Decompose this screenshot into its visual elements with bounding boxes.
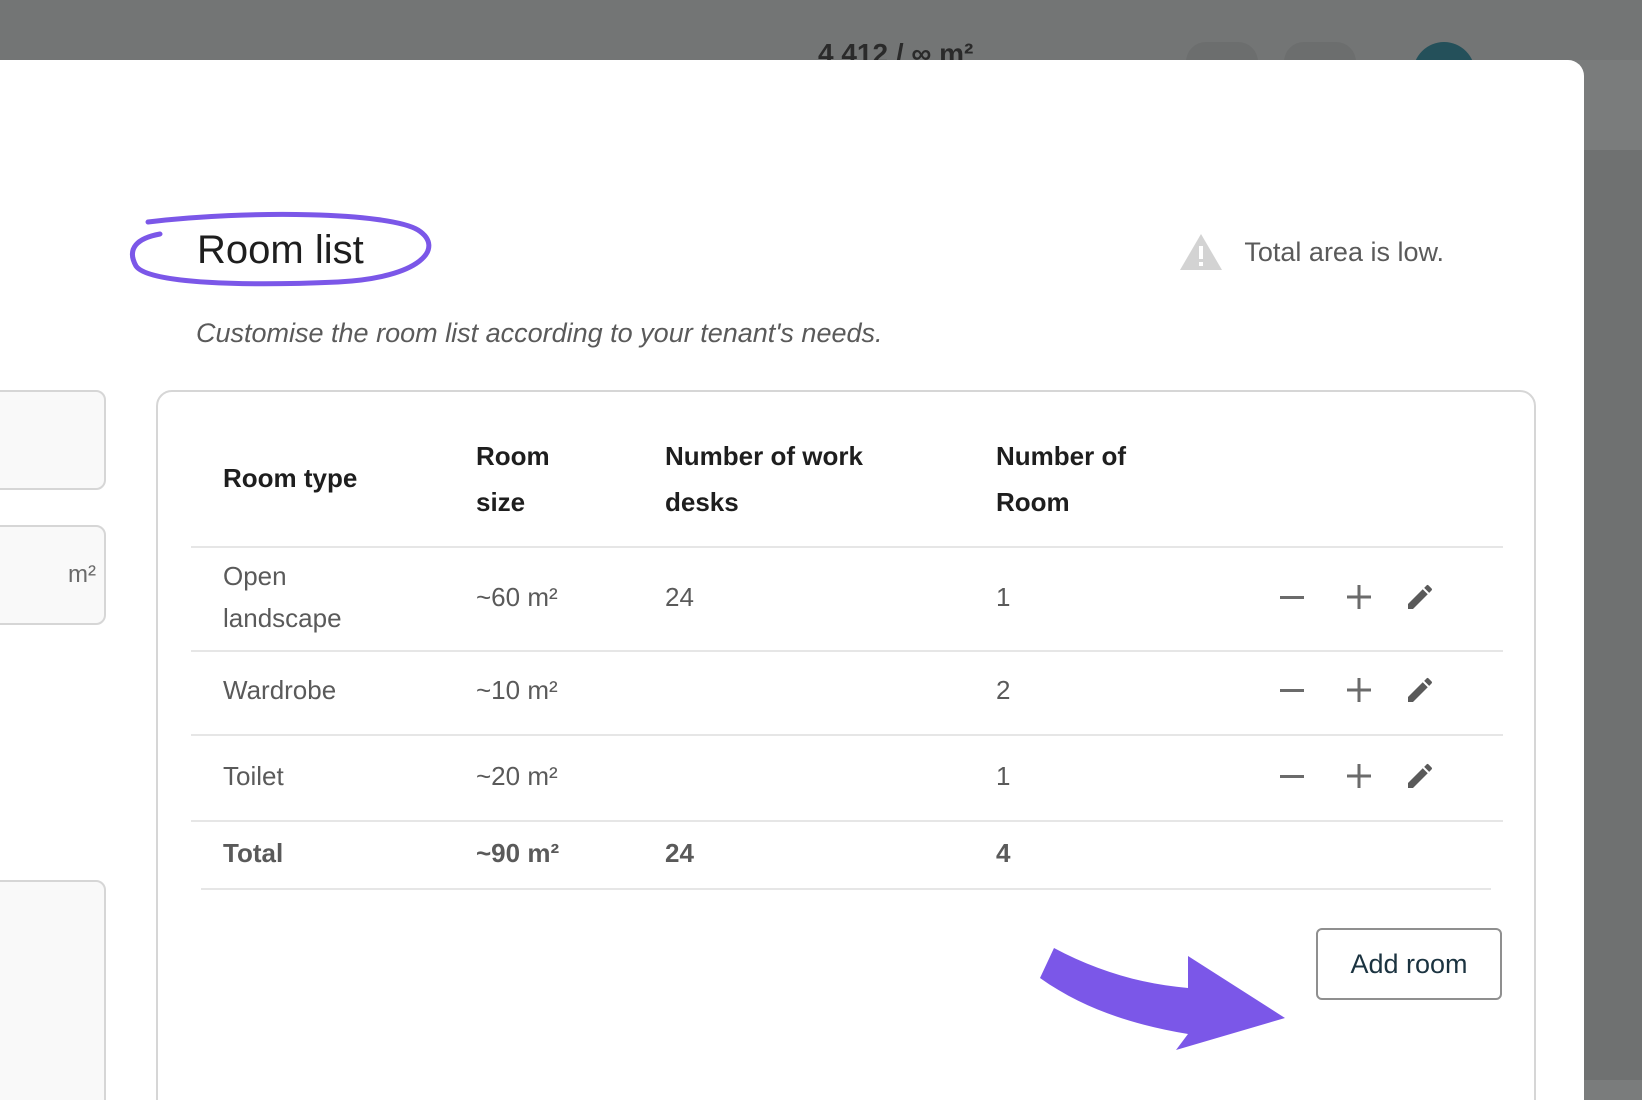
pointer-arrow-annotation [1040,948,1285,1050]
warning-text: Total area is low. [1244,236,1444,267]
room-count-cell: 2 [996,675,1011,705]
room-type-cell: Toilet [223,761,284,791]
header-desks-line1: Number of work [665,441,863,471]
total-size: ~90 m² [476,838,560,868]
total-label: Total [223,838,284,868]
page-title: Room list [197,228,364,272]
total-divider [201,888,1491,890]
header-room-count-line2: Room [996,487,1070,517]
area-input[interactable] [0,390,106,490]
notes-textarea[interactable] [0,880,106,1100]
room-type-cell: Open [223,561,287,591]
room-size-cell: ~60 m² [476,582,558,612]
plus-icon[interactable] [1339,756,1379,796]
section-subtitle: Customise the room list according to you… [196,318,883,348]
warning-triangle-icon [1180,234,1223,270]
room-list-modal: m² Room list Total area is low. Customis… [0,60,1584,1100]
header-room-type: Room type [223,463,358,493]
low-area-warning: Total area is low. [1178,232,1444,272]
total-room-count: 4 [996,838,1011,868]
row-divider [191,820,1503,822]
room-size-cell: ~20 m² [476,761,558,791]
total-desks: 24 [665,838,694,868]
minus-icon[interactable] [1272,670,1312,710]
header-room-size-line1: Room [476,441,550,471]
room-count-cell: 1 [996,761,1011,791]
plus-icon[interactable] [1339,577,1379,617]
minus-icon[interactable] [1272,756,1312,796]
pencil-icon[interactable] [1400,756,1440,796]
plus-icon[interactable] [1339,670,1379,710]
header-desks-line2: desks [665,487,739,517]
background-panel [1584,150,1642,1080]
room-type-cell-line2: landscape [223,603,342,633]
minus-icon[interactable] [1272,577,1312,617]
area-size-input[interactable]: m² [0,525,106,625]
room-table-card: Room type Room size Number of work desks… [156,390,1536,1100]
desks-cell: 24 [665,582,694,612]
header-room-size-line2: size [476,487,526,517]
header-divider [191,546,1503,548]
pencil-icon[interactable] [1400,670,1440,710]
row-divider [191,734,1503,736]
header-room-count-line1: Number of [996,441,1126,471]
pencil-icon[interactable] [1400,577,1440,617]
room-size-cell: ~10 m² [476,675,558,705]
section-header: Room list [128,208,438,298]
room-count-cell: 1 [996,582,1011,612]
row-divider [191,650,1503,652]
room-type-cell: Wardrobe [223,675,337,705]
unit-label: m² [68,561,96,588]
add-room-button[interactable]: Add room [1316,928,1502,1000]
